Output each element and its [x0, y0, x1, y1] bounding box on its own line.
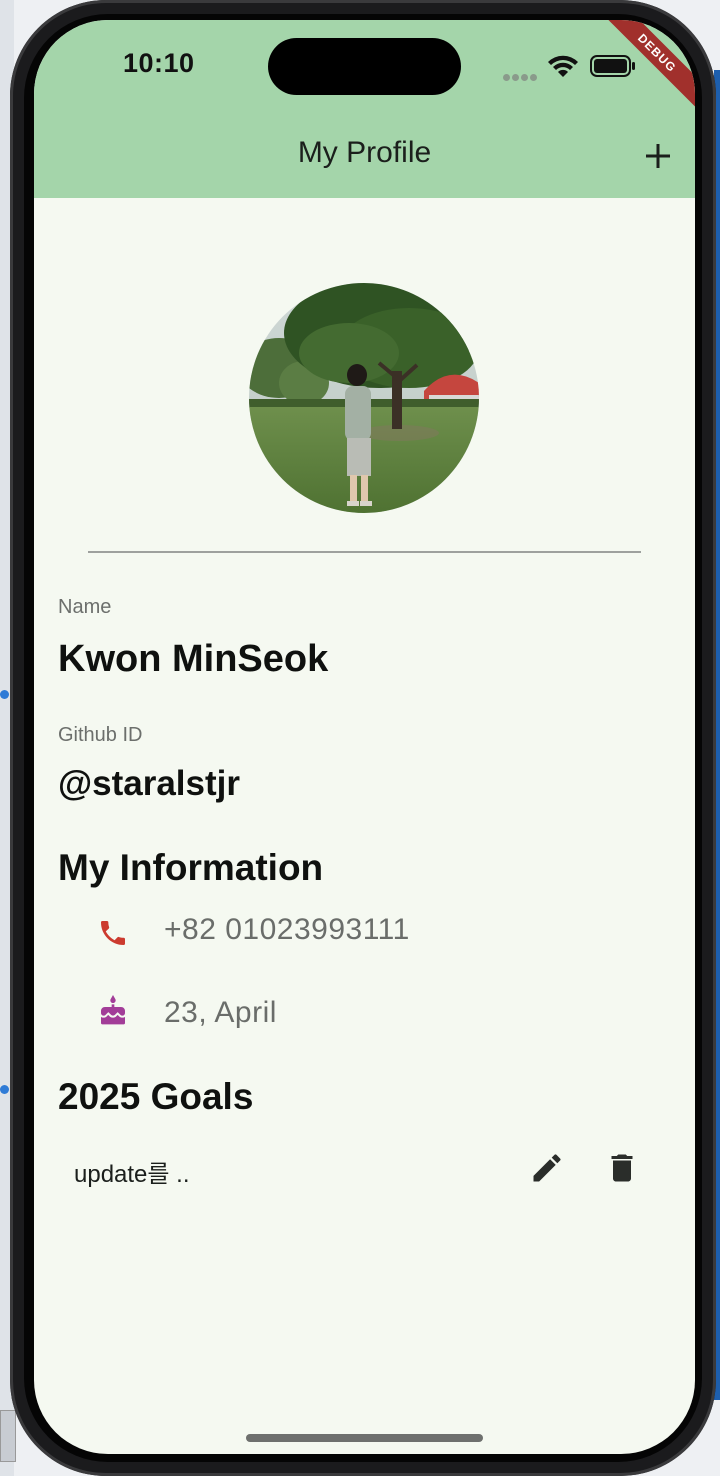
- wifi-icon: [548, 55, 578, 77]
- profile-avatar: [249, 283, 479, 513]
- profile-photo: [249, 283, 479, 513]
- my-information-heading: My Information: [58, 847, 324, 888]
- add-button[interactable]: [640, 138, 676, 174]
- github-label: Github ID: [58, 724, 143, 746]
- desktop-marker: [0, 1085, 9, 1094]
- dynamic-island: [268, 38, 461, 95]
- cellular-signal-icon: [503, 68, 539, 86]
- github-value: @staralstjr: [58, 764, 240, 803]
- birthday: 23, April: [164, 996, 277, 1029]
- pencil-icon[interactable]: [529, 1150, 565, 1186]
- name-label: Name: [58, 596, 112, 618]
- goals-heading: 2025 Goals: [58, 1076, 254, 1117]
- status-time: 10:10: [123, 48, 195, 78]
- home-indicator[interactable]: [246, 1434, 483, 1442]
- phone-icon: [101, 921, 125, 945]
- app-bar: 10:10 DEBUG My Profile: [34, 20, 695, 198]
- goal-text: update를 ..: [74, 1161, 190, 1188]
- phone-number: +82 01023993111: [164, 913, 410, 946]
- plus-icon: [646, 144, 670, 168]
- profile-divider: [88, 551, 641, 553]
- page-title: My Profile: [297, 136, 432, 169]
- name-value: Kwon MinSeok: [58, 638, 329, 680]
- battery-icon: [590, 55, 635, 77]
- desktop-bottom-box: [0, 1410, 16, 1462]
- trash-icon[interactable]: [604, 1150, 640, 1186]
- cake-icon: [101, 995, 125, 1025]
- app-screen: 10:10 DEBUG My Profile Name Kwon MinSeok…: [34, 20, 695, 1454]
- desktop-marker: [0, 690, 9, 699]
